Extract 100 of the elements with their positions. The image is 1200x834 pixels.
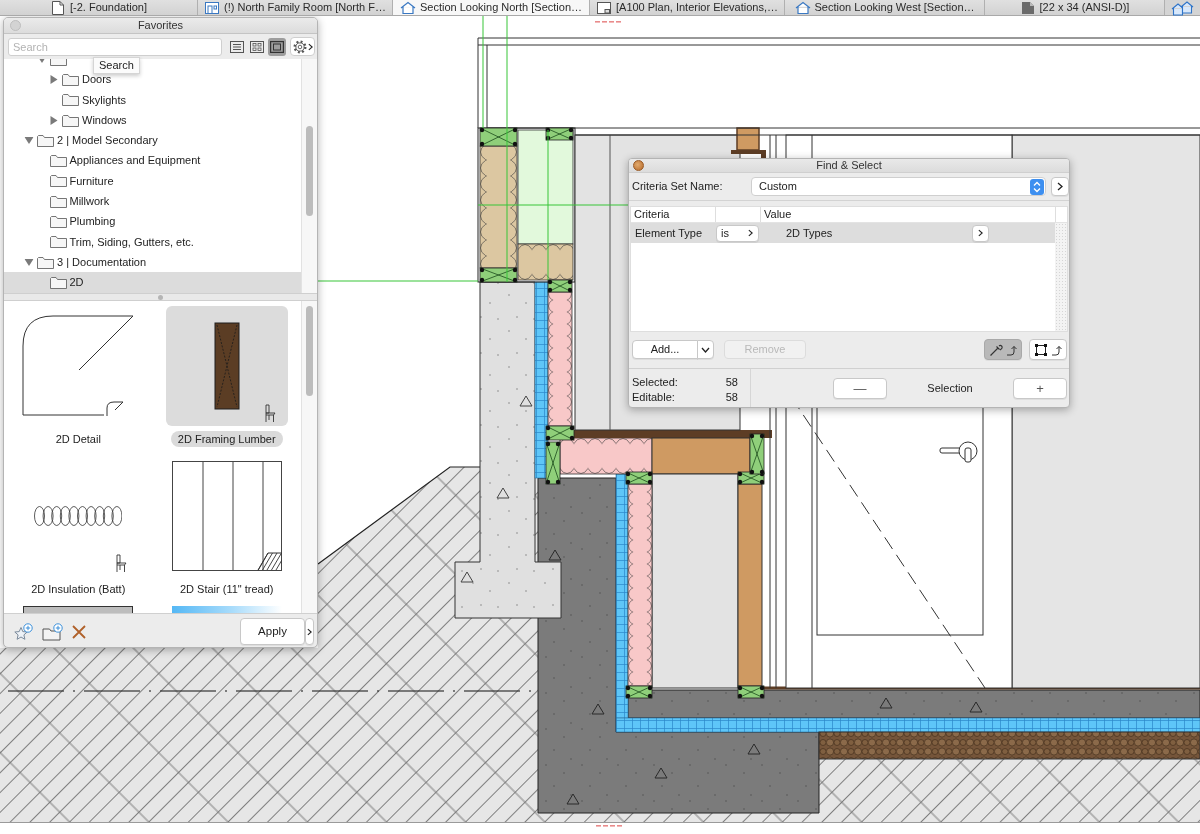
disclosure-triangle-icon[interactable]	[24, 136, 34, 145]
criteria-set-label: Criteria Set Name:	[632, 179, 724, 194]
folder-icon	[37, 133, 54, 147]
tree-item[interactable]: Furniture	[4, 170, 301, 192]
deselect-button[interactable]: —	[833, 377, 887, 399]
document-tab[interactable]: [22 x 34 (ANSI-D)]	[985, 0, 1165, 15]
library-item-label[interactable]: 2D Insulation (Batt)	[24, 581, 133, 598]
chevron-icon	[1057, 182, 1063, 191]
return-arrow-icon	[1005, 343, 1018, 356]
library-item-tile[interactable]	[171, 606, 282, 613]
house-icon	[794, 0, 811, 15]
criteria-row[interactable]: Element Type is 2D Types	[631, 223, 1055, 243]
add-button[interactable]: Add...	[632, 340, 698, 359]
filled-page-icon	[1019, 0, 1036, 15]
wood-blocking	[625, 471, 653, 485]
wood-blocking	[625, 685, 653, 699]
operator-popup[interactable]: is	[716, 224, 759, 242]
select-button[interactable]: +	[1013, 377, 1067, 399]
tree-item[interactable]: Trim, Siding, Gutters, etc.	[4, 231, 301, 252]
folder-icon	[49, 275, 67, 289]
folder-plus-icon[interactable]	[42, 622, 63, 641]
star-plus-icon[interactable]	[13, 622, 33, 641]
folder-icon	[37, 255, 54, 269]
gear-icon	[292, 39, 307, 54]
criteria-value: 2D Types	[786, 225, 834, 241]
document-tab[interactable]: [-2. Foundation]	[0, 0, 198, 15]
door-handle-icon	[939, 441, 978, 463]
count-value: 58	[725, 390, 738, 405]
column-header: Value	[761, 207, 1056, 222]
marquee-button[interactable]	[1029, 339, 1067, 360]
close-button[interactable]	[633, 160, 644, 171]
library-item-label[interactable]: 2D Detail	[48, 431, 108, 448]
palette-title: Favorites	[137, 18, 184, 33]
folder-icon	[49, 215, 67, 228]
value-menu-button[interactable]	[972, 224, 989, 242]
scroll-thumb[interactable]	[306, 306, 313, 396]
eyedropper-button[interactable]	[984, 339, 1022, 360]
door-frame-icon	[204, 0, 220, 15]
tooltip: Search	[93, 57, 140, 74]
folder-icon	[62, 113, 79, 127]
chevron-icon	[978, 229, 983, 237]
preview-view-button[interactable]	[268, 37, 286, 56]
grid-icon	[250, 40, 264, 53]
more-button[interactable]	[305, 618, 314, 645]
folder-icon	[49, 194, 67, 208]
selection-label: Selection	[926, 380, 974, 396]
document-tab[interactable]: (!) North Family Room [North F…	[198, 0, 393, 15]
library-item-tile[interactable]	[165, 306, 288, 426]
palette-title: Find & Select	[816, 159, 882, 172]
criteria-name: Element Type	[634, 225, 704, 241]
chevron-icon	[307, 627, 312, 636]
marquee-icon	[1033, 342, 1048, 357]
chevron-down-icon	[701, 346, 710, 353]
criteria-set-dropdown[interactable]: Custom	[751, 177, 1046, 196]
chevron-icon	[748, 229, 753, 237]
tree-item[interactable]: Windows	[4, 109, 301, 131]
cross-icon[interactable]	[72, 624, 86, 639]
disclosure-triangle-icon[interactable]	[50, 74, 58, 84]
apply-button[interactable]: Apply	[240, 618, 305, 645]
library-item-label[interactable]: 2D Framing Lumber	[170, 431, 283, 448]
tree-item[interactable]: Millwork	[4, 191, 301, 212]
dash-marker-icon	[595, 21, 621, 23]
return-arrow-icon	[1050, 343, 1063, 356]
wood-trim	[731, 127, 766, 160]
tree-item[interactable]: Skylights	[4, 89, 301, 110]
tree-item[interactable]: 3 | Documentation	[4, 251, 301, 273]
disclosure-triangle-icon[interactable]	[50, 115, 58, 125]
document-tab[interactable]: Section Looking North [Section…	[393, 0, 590, 15]
document-tab[interactable]: [A100 Plan, Interior Elevations,…	[590, 0, 785, 15]
settings-menu-button[interactable]	[290, 37, 315, 56]
stepper-icon[interactable]	[1030, 178, 1044, 195]
folder-icon	[62, 93, 79, 107]
scroll-thumb[interactable]	[306, 126, 313, 216]
chevron-icon	[307, 42, 313, 51]
count-value: 58	[725, 375, 738, 390]
criteria-set-menu-button[interactable]	[1051, 177, 1069, 196]
document-tab[interactable]: Section Looking West [Section…	[785, 0, 985, 15]
folder-icon	[49, 154, 67, 168]
search-field[interactable]: Search	[8, 37, 222, 56]
folder-icon	[62, 72, 79, 86]
tree-item[interactable]: Plumbing	[4, 211, 301, 232]
add-menu-button[interactable]	[697, 340, 714, 359]
count-label: Editable:	[632, 390, 675, 405]
list-icon	[230, 40, 244, 53]
tree-item[interactable]: 2D	[4, 272, 301, 293]
house-stack-icon[interactable]	[1171, 1, 1194, 16]
folder-icon	[49, 235, 67, 249]
tree-item[interactable]: 2 | Model Secondary	[4, 130, 301, 151]
disclosure-triangle-icon[interactable]	[24, 258, 34, 267]
dash-marker-icon	[596, 825, 622, 827]
eyedropper-icon	[988, 342, 1003, 357]
library-item-label[interactable]: 2D Stair (11" tread)	[172, 581, 281, 598]
grip-dot-icon[interactable]	[158, 294, 163, 300]
library-item-tile[interactable]	[23, 606, 134, 613]
house-icon	[399, 0, 416, 15]
folder-icon	[49, 174, 67, 188]
square-icon	[270, 40, 284, 53]
wood-blocking	[737, 685, 765, 699]
tree-item[interactable]: Appliances and Equipment	[4, 150, 301, 171]
column-header: Criteria	[631, 207, 716, 222]
